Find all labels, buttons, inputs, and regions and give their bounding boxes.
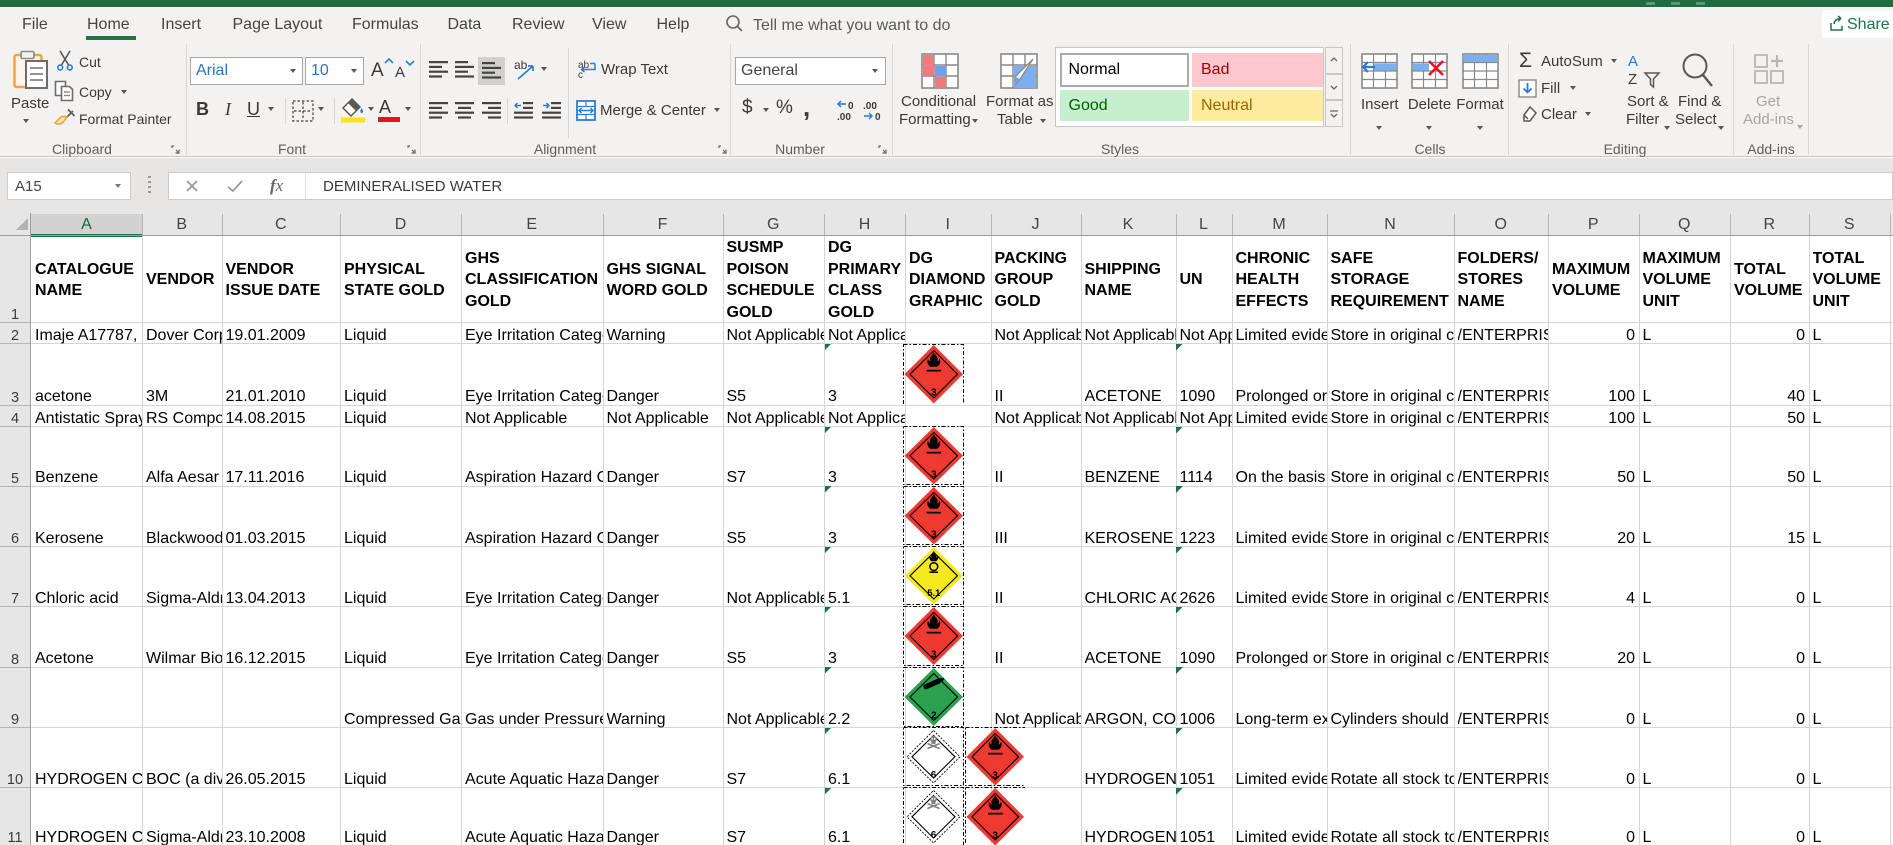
svg-text:0: 0 — [848, 101, 854, 112]
svg-text:2: 2 — [931, 710, 937, 721]
svg-text:3: 3 — [931, 470, 937, 481]
svg-text:6: 6 — [931, 770, 937, 781]
svg-text:.00: .00 — [863, 101, 877, 112]
svg-text:5.1: 5.1 — [927, 588, 941, 599]
svg-text:A: A — [1628, 53, 1638, 70]
svg-text:3: 3 — [992, 830, 998, 841]
svg-text:c: c — [578, 70, 583, 79]
svg-text:ab: ab — [514, 59, 528, 72]
svg-text:3: 3 — [992, 770, 998, 781]
svg-text:Z: Z — [1628, 71, 1637, 88]
svg-text:6: 6 — [931, 830, 937, 841]
svg-text:3: 3 — [931, 530, 937, 541]
svg-text:3: 3 — [931, 387, 937, 398]
svg-text:0: 0 — [875, 112, 881, 123]
svg-text:.00: .00 — [837, 112, 851, 123]
svg-text:3: 3 — [931, 650, 937, 661]
